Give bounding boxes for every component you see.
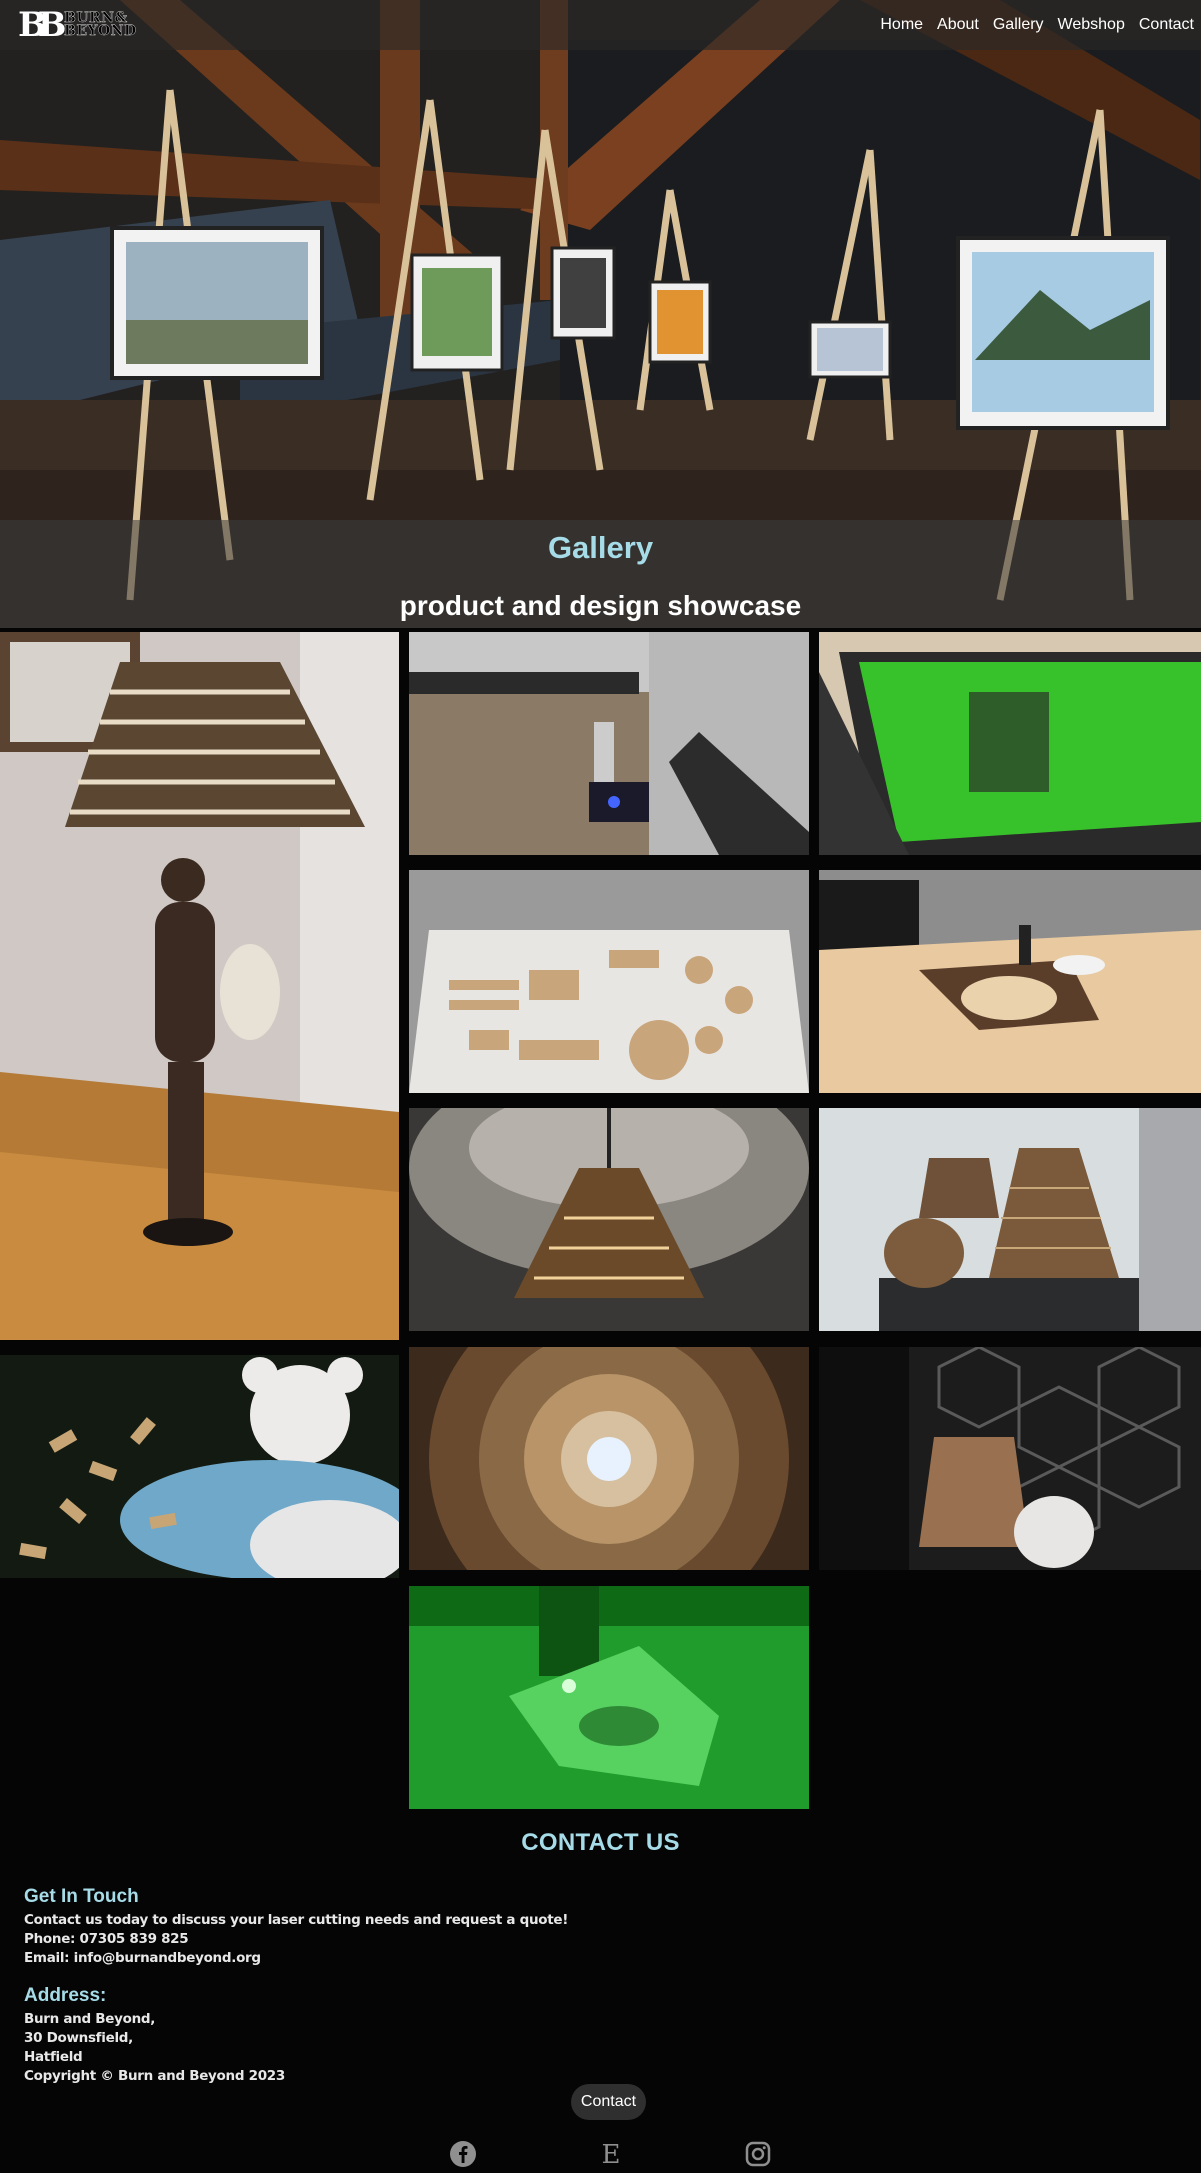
copyright: Copyright © Burn and Beyond 2023 [24, 2068, 285, 2084]
address-line-3: Hatfield [24, 2049, 83, 2065]
nav-home[interactable]: Home [873, 0, 930, 50]
main-nav: Home About Gallery Webshop Contact [873, 0, 1201, 50]
gallery-image-airbrush-table[interactable] [819, 870, 1201, 1093]
nav-gallery[interactable]: Gallery [986, 0, 1051, 50]
page-subtitle: product and design showcase [399, 590, 802, 621]
gallery-image-wooden-cutouts[interactable] [409, 870, 809, 1093]
address-block: Address: Burn and Beyond, 30 Downsfield,… [24, 1985, 285, 2086]
gallery-image-green-laser-machine[interactable] [819, 632, 1201, 855]
contact-email[interactable]: Email: info@burnandbeyond.org [24, 1949, 568, 1968]
logo-line-2: BEYOND [64, 23, 137, 39]
gallery-image-crochet-bear[interactable] [0, 1355, 399, 1578]
get-in-touch-title: Get In Touch [24, 1886, 139, 1907]
facebook-icon[interactable] [449, 2140, 477, 2168]
gallery-image-lamp-interior[interactable] [409, 1347, 809, 1570]
page-title: Gallery [547, 530, 654, 565]
nav-about[interactable]: About [930, 0, 986, 50]
address-line-1: Burn and Beyond, [24, 2011, 156, 2027]
svg-text:E: E [602, 2140, 621, 2168]
contact-phone[interactable]: Phone: 07305 839 825 [24, 1930, 568, 1949]
nav-contact[interactable]: Contact [1132, 0, 1201, 50]
contact-button[interactable]: Contact [571, 2084, 646, 2120]
etsy-icon[interactable]: E [597, 2140, 625, 2170]
gallery-image-laser-cutter-bed[interactable] [409, 632, 809, 855]
instagram-icon[interactable] [744, 2140, 772, 2168]
address-title: Address: [24, 1985, 107, 2006]
gallery-image-green-laser-engraving[interactable] [409, 1586, 809, 1809]
logo-mark: BB [18, 5, 66, 45]
gallery-image-lamp-hexagon-wall[interactable] [819, 1347, 1201, 1570]
gallery-image-cardboard-shades[interactable] [819, 1108, 1201, 1331]
logo-wordmark: BURN& BEYOND [64, 11, 137, 39]
get-in-touch-block: Get In Touch Contact us today to discuss… [24, 1886, 568, 1968]
nav-webshop[interactable]: Webshop [1051, 0, 1132, 50]
gallery-image-figurine-lamp[interactable] [0, 632, 399, 1340]
contact-intro: Contact us today to discuss your laser c… [24, 1912, 569, 1928]
brand-logo[interactable]: BB BURN& BEYOND [18, 7, 137, 43]
contact-heading: CONTACT US [521, 1829, 680, 1856]
hero-section: BB BURN& BEYOND Home About Gallery Websh… [0, 0, 1201, 628]
gallery-image-pendant-lamp[interactable] [409, 1108, 809, 1331]
address-line-2: 30 Downsfield, [24, 2030, 133, 2046]
top-navbar: BB BURN& BEYOND Home About Gallery Websh… [0, 0, 1201, 50]
